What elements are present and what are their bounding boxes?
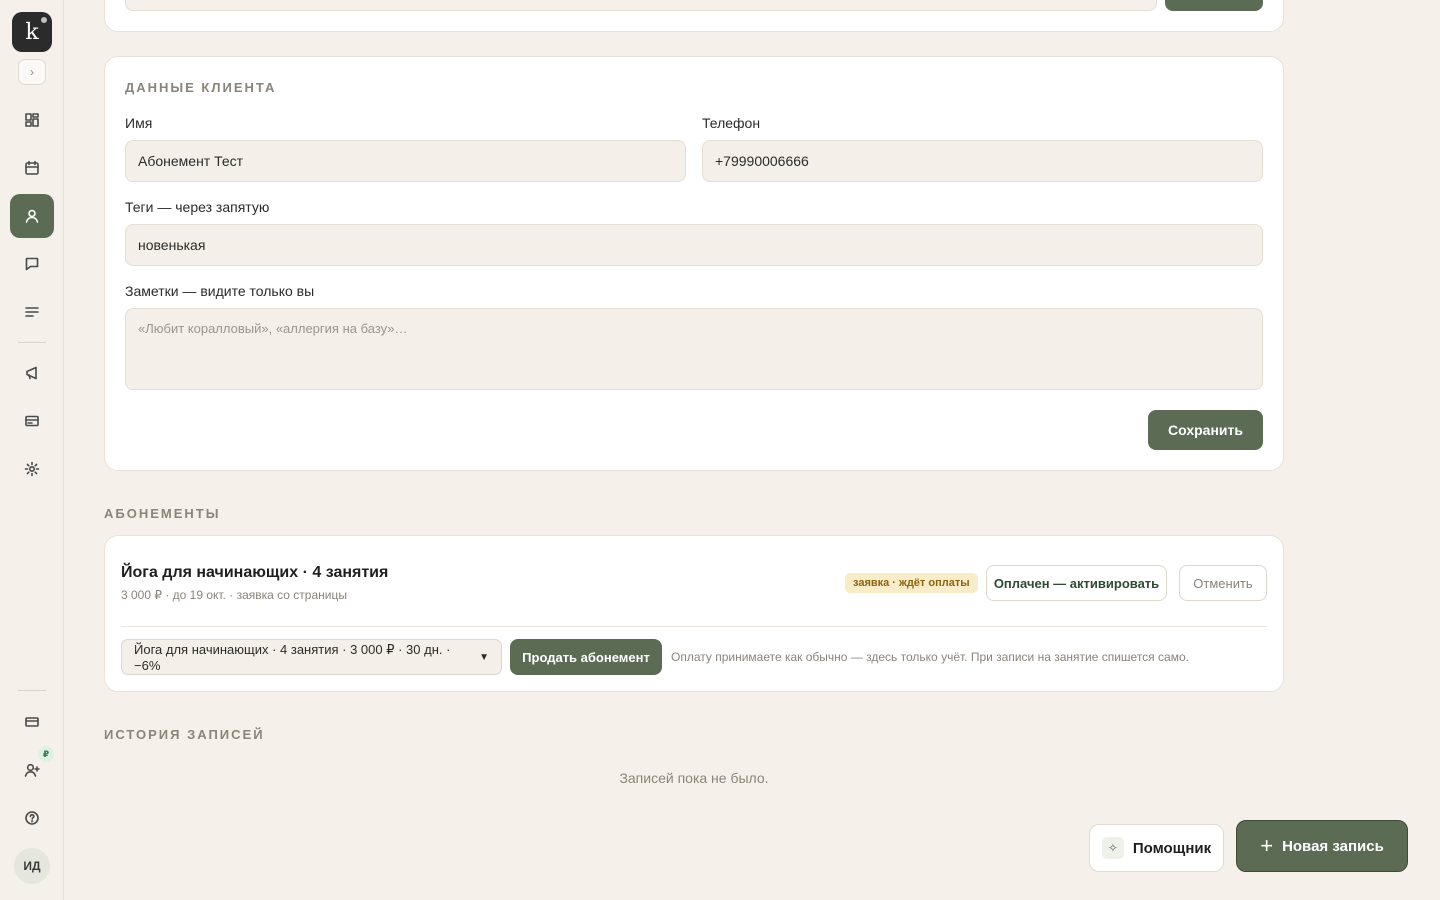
nav-settings[interactable] (10, 447, 54, 491)
help-icon (25, 811, 39, 825)
expand-sidebar-button[interactable]: › (18, 59, 46, 85)
top-input-partial[interactable] (125, 0, 1157, 11)
subscription-card: Йога для начинающих · 4 занятия 3 000 ₽ … (104, 535, 1284, 692)
chevron-down-icon: ▼ (479, 651, 489, 663)
top-card-partial (104, 0, 1284, 32)
notes-textarea[interactable]: «Любит коралловый», «аллергия на базу»… (125, 308, 1263, 390)
cancel-button[interactable]: Отменить (1179, 565, 1267, 601)
sparkle-icon: ✧ (1101, 837, 1124, 859)
calendar-icon (25, 160, 39, 175)
notes-label: Заметки — видите только вы (125, 283, 315, 299)
sidebar-divider (18, 342, 46, 343)
subscription-details: 3 000 ₽ · до 19 окт. · заявка со страниц… (121, 588, 347, 602)
subscriptions-title: АБОНЕМЕНТЫ (104, 506, 221, 521)
top-button-partial[interactable] (1165, 0, 1263, 11)
chevron-right-icon: › (30, 65, 34, 79)
user-icon (25, 209, 39, 223)
sidebar-divider-bottom (18, 690, 46, 691)
avatar[interactable]: ИД (14, 848, 50, 884)
logo-status-dot (41, 17, 47, 23)
nav-clients[interactable] (10, 194, 54, 238)
name-label: Имя (125, 115, 153, 131)
logo-letter: k (25, 19, 39, 45)
payment-hint: Оплату принимаете как обычно — здесь тол… (671, 650, 1189, 664)
gear-icon (24, 461, 40, 477)
name-field[interactable]: Абонемент Тест (125, 140, 686, 182)
assistant-button[interactable]: ✧ Помощник (1089, 824, 1224, 872)
nav-marketing[interactable] (10, 351, 54, 395)
history-empty-text: Записей пока не было. (619, 770, 769, 786)
status-badge: заявка · ждёт оплаты (845, 573, 978, 593)
subscription-divider (121, 626, 1267, 627)
phone-label: Телефон (702, 115, 761, 131)
megaphone-icon (26, 366, 37, 380)
client-section-title: ДАННЫЕ КЛИЕНТА (125, 80, 277, 95)
tags-field[interactable]: новенькая (125, 224, 1263, 266)
sidebar: k › ₽ ИД (0, 0, 64, 900)
new-booking-button[interactable]: + Новая запись (1236, 820, 1408, 872)
nav-calendar[interactable] (10, 146, 54, 190)
subscription-name: Йога для начинающих · 4 занятия (121, 564, 389, 581)
credit-card-icon (25, 717, 39, 727)
sell-subscription-button[interactable]: Продать абонемент (510, 639, 662, 675)
chat-icon (25, 257, 39, 271)
nav-dashboard[interactable] (10, 98, 54, 142)
nav-help[interactable] (10, 796, 54, 840)
referral-badge: ₽ (38, 746, 54, 762)
history-title: ИСТОРИЯ ЗАПИСЕЙ (104, 727, 265, 742)
card-icon (25, 415, 39, 427)
list-icon (25, 307, 39, 317)
nav-services[interactable] (10, 290, 54, 334)
client-data-card: ДАННЫЕ КЛИЕНТА Имя Абонемент Тест Телефо… (104, 56, 1284, 471)
dashboard-icon (25, 113, 39, 127)
activate-button[interactable]: Оплачен — активировать (986, 565, 1167, 601)
nav-messages[interactable] (10, 242, 54, 286)
subscription-select[interactable]: Йога для начинающих · 4 занятия · 3 000 … (121, 639, 502, 675)
assistant-label: Помощник (1132, 839, 1212, 857)
nav-billing[interactable] (10, 700, 54, 744)
nav-payments[interactable] (10, 399, 54, 443)
phone-field[interactable]: +79990006666 (702, 140, 1263, 182)
plus-icon: + (1260, 833, 1274, 858)
new-booking-label: Новая запись (1282, 837, 1384, 855)
save-button[interactable]: Сохранить (1148, 410, 1263, 450)
add-user-icon (24, 763, 40, 777)
subscription-select-value: Йога для начинающих · 4 занятия · 3 000 … (134, 641, 451, 673)
app-logo[interactable]: k (12, 12, 52, 52)
tags-label: Теги — через запятую (125, 199, 270, 215)
